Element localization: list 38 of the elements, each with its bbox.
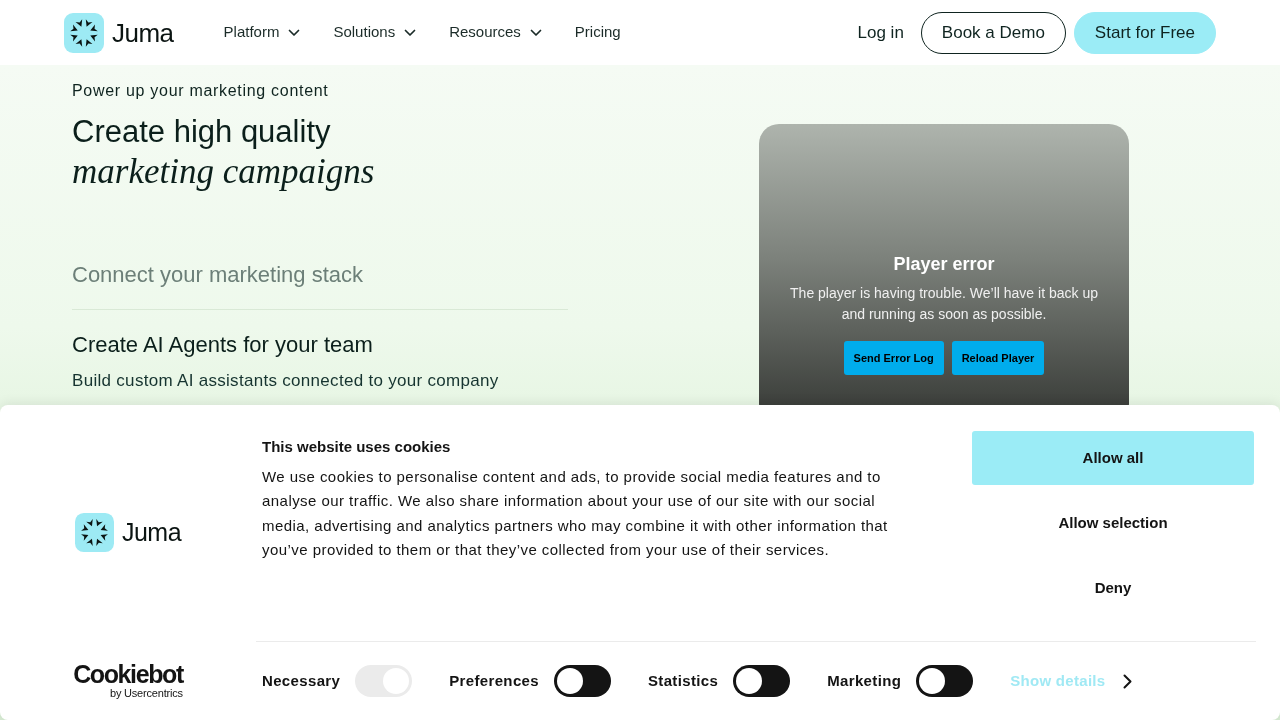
nav-link[interactable]: Pricing (574, 21, 621, 44)
chevron-down-icon (529, 28, 542, 37)
toggle-label: Necessary (262, 670, 341, 691)
cookiebot-logo: Cookiebot by Usercentrics (73, 662, 183, 699)
toggle-label: Preferences (449, 670, 539, 691)
toggle-label: Marketing (827, 670, 902, 691)
allow-all-button[interactable]: Allow all (972, 431, 1254, 485)
feature-description: Build custom AI assistants connected to your company (72, 370, 500, 392)
eyebrow-text: Power up your marketing content (72, 81, 330, 101)
book-demo-button[interactable]: Book a Demo (920, 11, 1066, 54)
toggle-switch[interactable] (553, 665, 611, 697)
burst-logo-icon (74, 512, 114, 552)
feature-heading[interactable]: Connect your marketing stack (72, 260, 568, 290)
send-log-button[interactable]: Send Error Log (843, 341, 944, 375)
deny-button[interactable]: Deny (972, 561, 1254, 615)
error-title: Player error (892, 253, 996, 275)
hero-heading-italic: marketing campaigns (72, 152, 376, 192)
feature-heading[interactable]: Create AI Agents for your team (72, 330, 568, 360)
error-message: The player is having trouble. We’ll have it back up and running as soon as possible. (789, 284, 1099, 324)
toggle-switch[interactable] (733, 665, 791, 697)
brand-name: Juma (112, 19, 174, 46)
reload-button[interactable]: Reload Player (951, 341, 1045, 375)
brand-name: Juma (121, 519, 182, 545)
allow-selection-button[interactable]: Allow selection (972, 496, 1254, 550)
cookie-text: We use cookies to personalise content and ads, to provide social media features and to analyse our traffic. We also share information about your use of our site with our social media, advertising and analytics partners who may combine it with other information that you’ve provided to them or that they’ve collected from your use of their services. (262, 467, 889, 560)
toggle-label: Statistics (647, 670, 719, 691)
toggle-switch[interactable] (916, 665, 974, 697)
nav-dropdown[interactable]: Resources (449, 21, 542, 44)
nav-dropdown[interactable]: Solutions (333, 21, 417, 44)
chevron-down-icon (288, 28, 301, 37)
nav-dropdown[interactable]: Platform (223, 21, 301, 44)
chevron-down-icon (404, 28, 417, 37)
chevron-right-icon[interactable] (1123, 673, 1133, 689)
cookie-title: This website uses cookies (262, 438, 452, 456)
start-free-button[interactable]: Start for Free (1073, 11, 1216, 54)
hero-heading: Create high quality (72, 113, 332, 151)
login-link[interactable]: Log in (857, 19, 904, 46)
burst-logo-icon (64, 12, 104, 53)
